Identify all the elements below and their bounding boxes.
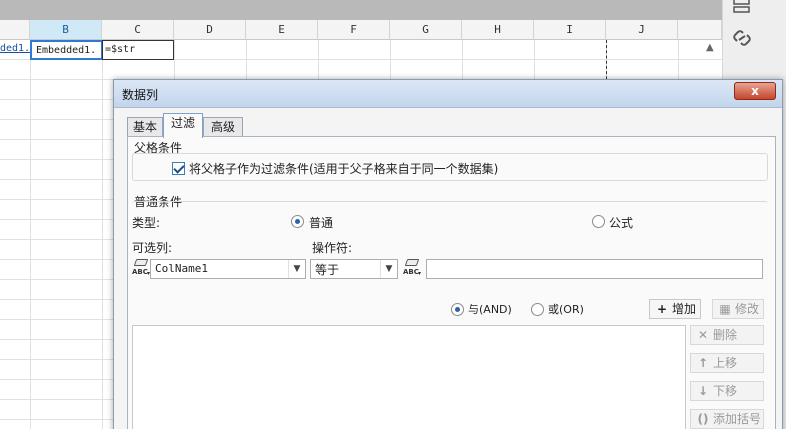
column-header-i[interactable]: I [534, 20, 606, 40]
column-header-k[interactable] [678, 20, 722, 40]
logic-and-radio[interactable] [451, 303, 464, 316]
plus-icon: + [656, 302, 668, 316]
move-up-button[interactable]: ↑ 上移 [690, 353, 764, 373]
dialog-title-bar[interactable]: 数据列 x [114, 80, 782, 108]
conditions-list[interactable] [132, 325, 686, 429]
logic-or-radio[interactable] [531, 303, 544, 316]
delete-button[interactable]: ✕ 删除 [690, 325, 764, 345]
column-select-value: ColName1 [155, 262, 208, 275]
link-icon[interactable] [731, 28, 753, 48]
available-column-label: 可选列: [132, 241, 173, 255]
column-header-e[interactable]: E [246, 20, 318, 40]
operator-select[interactable]: 等于 ▼ [310, 259, 398, 279]
type-normal-label: 普通 [309, 216, 334, 230]
use-parent-as-filter-label: 将父格子作为过滤条件(适用于父子格来自于同一个数据集) [189, 162, 499, 176]
add-bracket-button[interactable]: () 添加括号 [690, 409, 764, 429]
column-header-f[interactable]: F [318, 20, 390, 40]
column-header-b[interactable]: B [30, 20, 102, 40]
filter-tab-panel: 父格条件 将父格子作为过滤条件(适用于父子格来自于同一个数据集) 普通条件 类型… [127, 136, 776, 429]
delete-x-icon: ✕ [697, 328, 709, 342]
top-toolbar-strip [0, 0, 722, 20]
column-select[interactable]: ColName1 ▼ [150, 259, 306, 279]
column-header-j[interactable]: J [606, 20, 678, 40]
move-down-button[interactable]: ↓ 下移 [690, 381, 764, 401]
dialog-title: 数据列 [122, 88, 159, 102]
cell-b1-selected[interactable]: Embedded1. [30, 40, 103, 60]
add-button[interactable]: + 增加 [649, 299, 701, 319]
tab-filter[interactable]: 过滤 [163, 113, 203, 138]
operator-label: 操作符: [312, 241, 353, 255]
bracket-icon: () [697, 412, 709, 426]
cell-a1[interactable]: ded1. [0, 40, 30, 58]
close-icon: x [751, 84, 759, 98]
data-column-dialog: 数据列 x 基本 过滤 高级 父格条件 将父格子作为过滤条件(适用于父子格来自于… [113, 79, 783, 429]
type-formula-label: 公式 [609, 216, 634, 230]
close-button[interactable]: x [734, 82, 776, 100]
column-header-g[interactable]: G [390, 20, 462, 40]
logic-and-label: 与(AND) [468, 303, 512, 316]
abc-value-type-icon[interactable]: ABC ▾ [402, 259, 424, 277]
edit-icon: ▦ [719, 302, 731, 316]
operator-select-value: 等于 [315, 263, 340, 277]
column-header-d[interactable]: D [174, 20, 246, 40]
type-formula-radio[interactable] [592, 215, 605, 228]
column-header-a[interactable] [0, 20, 30, 40]
column-header-c[interactable]: C [102, 20, 174, 40]
tab-basic[interactable]: 基本 [127, 117, 163, 137]
type-label: 类型: [132, 216, 161, 230]
tab-advanced[interactable]: 高级 [203, 117, 243, 137]
cell-c1[interactable]: =$str [102, 40, 174, 60]
use-parent-as-filter-checkbox[interactable] [172, 162, 185, 175]
scroll-up-arrow-icon[interactable]: ▲ [706, 42, 714, 53]
type-normal-radio[interactable] [291, 215, 304, 228]
arrow-down-icon: ↓ [697, 384, 709, 398]
chevron-down-icon: ▼ [380, 260, 397, 278]
chevron-down-icon: ▼ [288, 260, 305, 278]
logic-or-label: 或(OR) [548, 303, 584, 316]
column-header-h[interactable]: H [462, 20, 534, 40]
condition-value-input[interactable] [426, 259, 763, 279]
modify-button[interactable]: ▦ 修改 [712, 299, 764, 319]
layers-icon[interactable] [731, 0, 753, 16]
arrow-up-icon: ↑ [697, 356, 709, 370]
